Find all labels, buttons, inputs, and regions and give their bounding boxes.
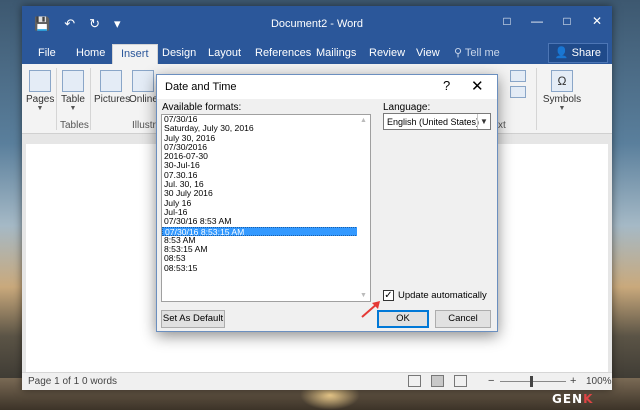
read-mode-icon[interactable]	[408, 375, 421, 387]
ribbon-display-icon[interactable]: □	[492, 6, 522, 36]
tab-insert[interactable]: Insert	[112, 44, 158, 64]
table-icon	[62, 70, 84, 92]
signature-icon	[510, 70, 526, 82]
format-option[interactable]: 30 July 2016	[162, 189, 370, 199]
pictures-icon	[100, 70, 122, 92]
pages-icon	[29, 70, 51, 92]
scroll-down-icon[interactable]: ▼	[357, 292, 370, 299]
window-controls: □ — □ ✕	[492, 6, 612, 36]
online-pictures-icon	[132, 70, 154, 92]
format-option[interactable]: July 16	[162, 198, 370, 208]
ribbon-separator	[536, 68, 537, 130]
table-button[interactable]: Table ▼	[60, 70, 86, 112]
status-bar: Page 1 of 1 0 words − + 100%	[22, 372, 612, 390]
web-layout-icon[interactable]	[454, 375, 467, 387]
date-time-dialog: Date and Time ? ✕ Available formats: 07/…	[156, 74, 498, 332]
available-formats-label: Available formats:	[162, 102, 242, 113]
online-pictures-label: Online Pictures	[129, 94, 157, 105]
illustrations-group-label: Illustra	[132, 120, 156, 131]
tell-me-box[interactable]: ⚲ Tell me	[454, 44, 500, 62]
text-group-label: xt	[498, 120, 506, 131]
page-count[interactable]: Page 1 of 1	[28, 376, 79, 387]
print-layout-icon[interactable]	[431, 375, 444, 387]
symbols-label: Symbols	[542, 94, 582, 105]
format-option[interactable]: 08:53:15	[162, 263, 370, 273]
tab-home[interactable]: Home	[76, 44, 105, 64]
pictures-label: Pictures	[94, 94, 131, 105]
format-option[interactable]: 07/30/16 8:53 AM	[162, 216, 370, 226]
tab-review[interactable]: Review	[369, 44, 405, 64]
tab-view[interactable]: View	[416, 44, 440, 64]
logo-accent: K	[583, 392, 594, 406]
tab-design[interactable]: Design	[162, 44, 196, 64]
text-tools-button[interactable]	[506, 70, 530, 100]
ribbon-separator	[90, 68, 91, 130]
person-icon: 👤	[554, 47, 569, 59]
zoom-slider[interactable]	[500, 381, 566, 382]
dialog-title: Date and Time	[165, 81, 237, 93]
set-as-default-button[interactable]: Set As Default	[161, 310, 225, 328]
zoom-slider-thumb[interactable]	[530, 376, 533, 387]
logo-text: GEN	[552, 392, 584, 406]
formats-list[interactable]: 07/30/16 Saturday, July 30, 2016 July 30, …	[161, 114, 371, 302]
tab-layout[interactable]: Layout	[208, 44, 241, 64]
word-count[interactable]: 0 words	[82, 376, 117, 387]
maximize-button[interactable]: □	[552, 6, 582, 36]
format-option[interactable]: 8:53:15 AM	[162, 244, 370, 254]
pages-label: Pages	[26, 94, 55, 105]
omega-icon: Ω	[551, 70, 573, 92]
genk-logo: GENK	[552, 392, 593, 406]
symbols-button[interactable]: Ω Symbols ▼	[542, 70, 582, 112]
chevron-down-icon[interactable]: ▼	[477, 114, 490, 129]
chevron-down-icon: ▼	[36, 105, 44, 112]
update-automatically-option[interactable]: ✓ Update automatically	[383, 290, 487, 301]
tab-mailings[interactable]: Mailings	[316, 44, 356, 64]
help-icon[interactable]: ?	[443, 78, 450, 93]
close-button[interactable]: ✕	[582, 6, 612, 36]
object-icon	[510, 86, 526, 98]
update-automatically-checkbox[interactable]: ✓	[383, 290, 394, 301]
close-icon[interactable]: ✕	[471, 77, 484, 95]
ribbon-tabs: File Home Insert Design Layout Reference…	[22, 40, 612, 64]
online-pictures-button[interactable]: Online Pictures	[129, 70, 157, 105]
cancel-button[interactable]: Cancel	[435, 310, 491, 328]
zoom-in-icon[interactable]: +	[570, 375, 576, 387]
language-label: Language:	[383, 102, 431, 113]
language-select[interactable]: English (United States) ▼	[383, 113, 491, 130]
minimize-button[interactable]: —	[522, 6, 552, 36]
view-buttons	[408, 375, 467, 387]
title-bar: 💾 ↶ ↻ ▾ Document2 - Word □ — □ ✕	[22, 6, 612, 40]
language-value: English (United States)	[387, 117, 480, 127]
share-button[interactable]: 👤 Share	[547, 43, 608, 63]
scroll-up-icon[interactable]: ▲	[357, 117, 370, 124]
tab-references[interactable]: References	[255, 44, 311, 64]
dialog-title-bar: Date and Time ? ✕	[157, 75, 497, 99]
ribbon-separator	[56, 68, 57, 130]
zoom-out-icon[interactable]: −	[488, 375, 494, 387]
tables-group-label: Tables	[60, 120, 89, 131]
tab-file[interactable]: File	[38, 44, 56, 64]
chevron-down-icon: ▼	[69, 105, 77, 112]
table-label: Table	[61, 94, 85, 105]
tell-me-label: Tell me	[464, 47, 500, 59]
ok-button[interactable]: OK	[377, 310, 429, 328]
formats-scrollbar[interactable]: ▲ ▼	[357, 115, 370, 301]
pages-button[interactable]: Pages ▼	[26, 70, 54, 112]
chevron-down-icon: ▼	[558, 105, 566, 112]
update-automatically-label: Update automatically	[398, 290, 487, 301]
share-label: Share	[571, 47, 601, 59]
pictures-button[interactable]: Pictures	[94, 70, 131, 105]
zoom-level[interactable]: 100%	[586, 376, 612, 387]
